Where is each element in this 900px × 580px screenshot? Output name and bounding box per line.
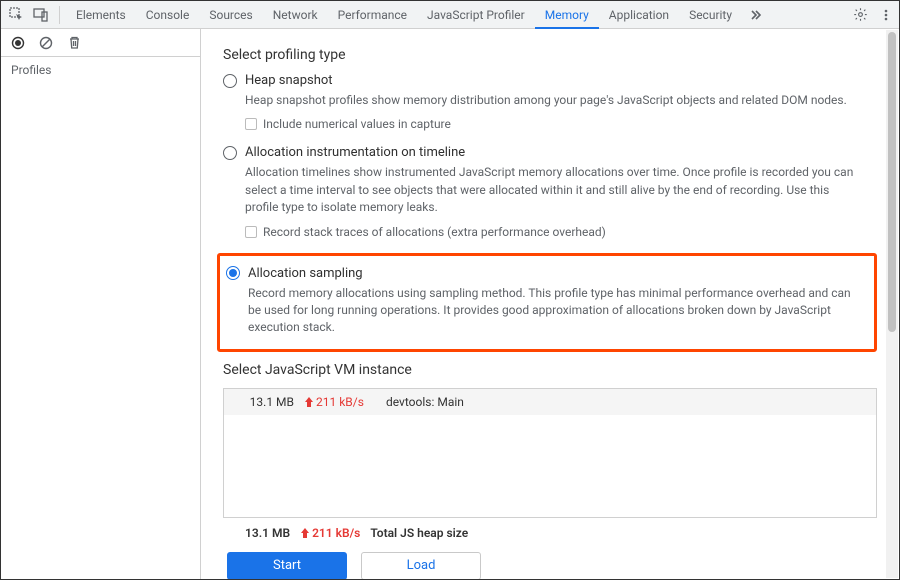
checkbox-label: Record stack traces of allocations (extr… [263,225,606,239]
arrow-up-icon [300,527,310,539]
tab-js-profiler[interactable]: JavaScript Profiler [417,1,535,29]
profiles-sidebar: Profiles [1,29,201,579]
radio-allocation-instrumentation[interactable] [223,146,237,160]
tab-sources[interactable]: Sources [199,1,262,29]
more-tabs-icon[interactable] [744,4,766,26]
sidebar-toolbar [1,29,200,57]
vm-instance-row[interactable]: 13.1 MB 211 kB/s devtools: Main [224,389,876,415]
option-label: Allocation sampling [248,266,363,281]
option-desc: Heap snapshot profiles show memory distr… [245,92,865,109]
content-panel: Select profiling type Heap snapshot Heap… [201,29,899,579]
kebab-menu-icon[interactable] [875,4,897,26]
total-size: 13.1 MB [245,526,290,540]
devtools-tabbar: Elements Console Sources Network Perform… [1,1,899,29]
tab-elements[interactable]: Elements [66,1,136,29]
tab-security[interactable]: Security [679,1,742,29]
device-toolbar-icon[interactable] [31,5,51,25]
start-button[interactable]: Start [227,552,347,579]
option-desc: Record memory allocations using sampling… [248,285,864,337]
arrow-up-icon [304,396,314,408]
option-allocation-sampling: Allocation sampling Record memory alloca… [226,266,864,337]
divider [59,6,60,24]
tab-application[interactable]: Application [599,1,679,29]
checkbox-include-numerical[interactable] [245,118,257,130]
settings-gear-icon[interactable] [849,4,871,26]
tab-network[interactable]: Network [263,1,328,29]
footer-stats: 13.1 MB 211 kB/s Total JS heap size [223,518,877,548]
vertical-scrollbar[interactable] [886,30,898,578]
option-desc: Allocation timelines show instrumented J… [245,164,865,216]
profiling-type-title: Select profiling type [223,47,877,63]
action-buttons: Start Load [223,548,877,579]
tab-console[interactable]: Console [136,1,200,29]
option-label: Allocation instrumentation on timeline [245,145,465,160]
vm-instance-title: Select JavaScript VM instance [223,362,877,378]
load-button[interactable]: Load [361,552,481,579]
tab-performance[interactable]: Performance [328,1,417,29]
vm-size: 13.1 MB [234,395,294,409]
checkbox-label: Include numerical values in capture [263,117,451,131]
total-label: Total JS heap size [370,526,468,540]
radio-heap-snapshot[interactable] [223,74,237,88]
checkbox-record-stack-traces[interactable] [245,226,257,238]
option-label: Heap snapshot [245,73,333,88]
radio-allocation-sampling[interactable] [226,266,240,280]
sidebar-section-profiles: Profiles [1,57,200,83]
record-icon[interactable] [9,34,27,52]
clear-icon[interactable] [37,34,55,52]
tab-memory[interactable]: Memory [535,1,599,29]
vm-rate: 211 kB/s [304,395,376,409]
vm-instance-list: 13.1 MB 211 kB/s devtools: Main [223,388,877,518]
highlighted-selection: Allocation sampling Record memory alloca… [217,253,877,352]
vm-name: devtools: Main [386,395,464,409]
inspect-element-icon[interactable] [7,5,27,25]
scrollbar-thumb[interactable] [888,32,896,332]
option-heap-snapshot: Heap snapshot Heap snapshot profiles sho… [223,73,877,131]
total-rate: 211 kB/s [300,526,360,540]
delete-icon[interactable] [65,34,83,52]
option-allocation-instrumentation: Allocation instrumentation on timeline A… [223,145,877,238]
main-split: Profiles Select profiling type Heap snap… [1,29,899,579]
